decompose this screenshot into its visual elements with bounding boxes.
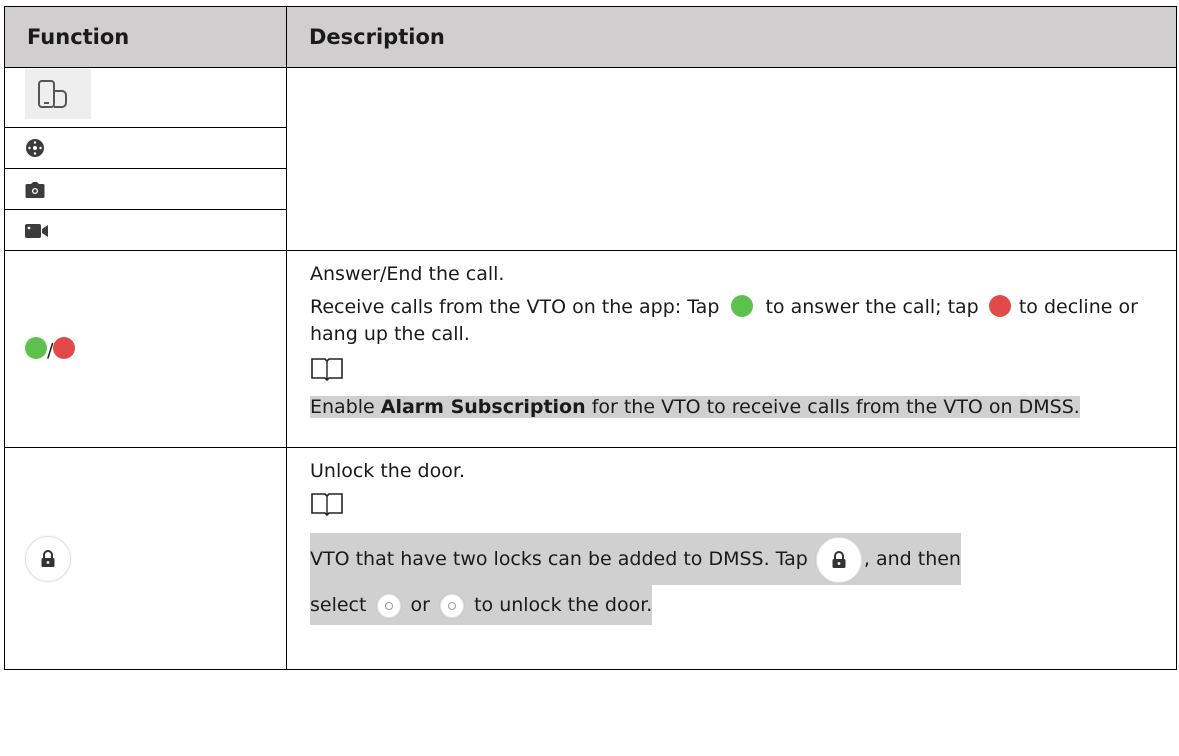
unlock-note-text-1: VTO that have two locks can be added to … bbox=[310, 548, 808, 570]
lock-icon bbox=[815, 536, 862, 583]
unlock-note-line-2: select or to unlock the door. bbox=[310, 585, 653, 625]
note-book-icon bbox=[310, 356, 1162, 390]
answer-call-icon bbox=[731, 295, 754, 317]
unlock-note-text-5: to unlock the door. bbox=[474, 594, 653, 616]
unlock-note-text-3: select bbox=[310, 594, 367, 616]
answer-call-icon bbox=[25, 336, 47, 359]
table-row bbox=[4, 67, 1177, 251]
phone-device-icon bbox=[25, 68, 91, 119]
unlock-note-text-2: , and then bbox=[863, 548, 961, 570]
function-cell bbox=[4, 168, 287, 210]
description-cell-empty bbox=[286, 67, 1177, 251]
call-desc-text-1: Receive calls from the VTO on the app: T… bbox=[310, 296, 720, 318]
table-row: / Answer/End the call. Receive calls fro… bbox=[4, 250, 1177, 448]
call-desc-title: Answer/End the call. bbox=[310, 263, 505, 285]
call-note-text-1: Enable bbox=[310, 396, 375, 418]
end-call-icon bbox=[53, 336, 76, 359]
call-note: Enable Alarm Subscription for the VTO to… bbox=[310, 394, 1162, 421]
lock-2-icon bbox=[440, 593, 465, 618]
camera-snapshot-icon bbox=[25, 181, 45, 198]
function-cell bbox=[4, 67, 287, 128]
call-note-text-2: for the VTO to receive calls from the VT… bbox=[591, 396, 1080, 418]
description-cell: Unlock the door. VTO that have two locks… bbox=[286, 447, 1177, 670]
call-note-bold: Alarm Subscription bbox=[380, 396, 586, 418]
function-cell bbox=[4, 127, 287, 169]
unlock-title: Unlock the door. bbox=[310, 460, 465, 482]
description-cell: Answer/End the call. Receive calls from … bbox=[286, 250, 1177, 448]
unlock-note-text-4: or bbox=[410, 594, 430, 616]
function-cell bbox=[4, 447, 287, 670]
header-description: Description bbox=[286, 6, 1177, 68]
unlock-note-line-1: VTO that have two locks can be added to … bbox=[310, 533, 961, 585]
note-book-icon bbox=[310, 491, 1162, 525]
lock-1-icon bbox=[376, 593, 401, 618]
call-desc-body: Receive calls from the VTO on the app: T… bbox=[310, 294, 1162, 348]
table-header-row: Function Description bbox=[4, 6, 1177, 68]
ptz-dial-icon bbox=[26, 139, 44, 158]
function-cell bbox=[4, 209, 287, 251]
function-cell: / bbox=[4, 250, 287, 448]
table-row: Unlock the door. VTO that have two locks… bbox=[4, 447, 1177, 670]
video-record-icon bbox=[25, 224, 48, 238]
function-table: Function Description / Answer/End the ca… bbox=[4, 6, 1177, 670]
end-call-icon bbox=[988, 295, 1011, 317]
call-desc-text-2: to answer the call; tap bbox=[765, 296, 979, 318]
header-function: Function bbox=[4, 6, 287, 68]
lock-icon bbox=[25, 535, 71, 582]
